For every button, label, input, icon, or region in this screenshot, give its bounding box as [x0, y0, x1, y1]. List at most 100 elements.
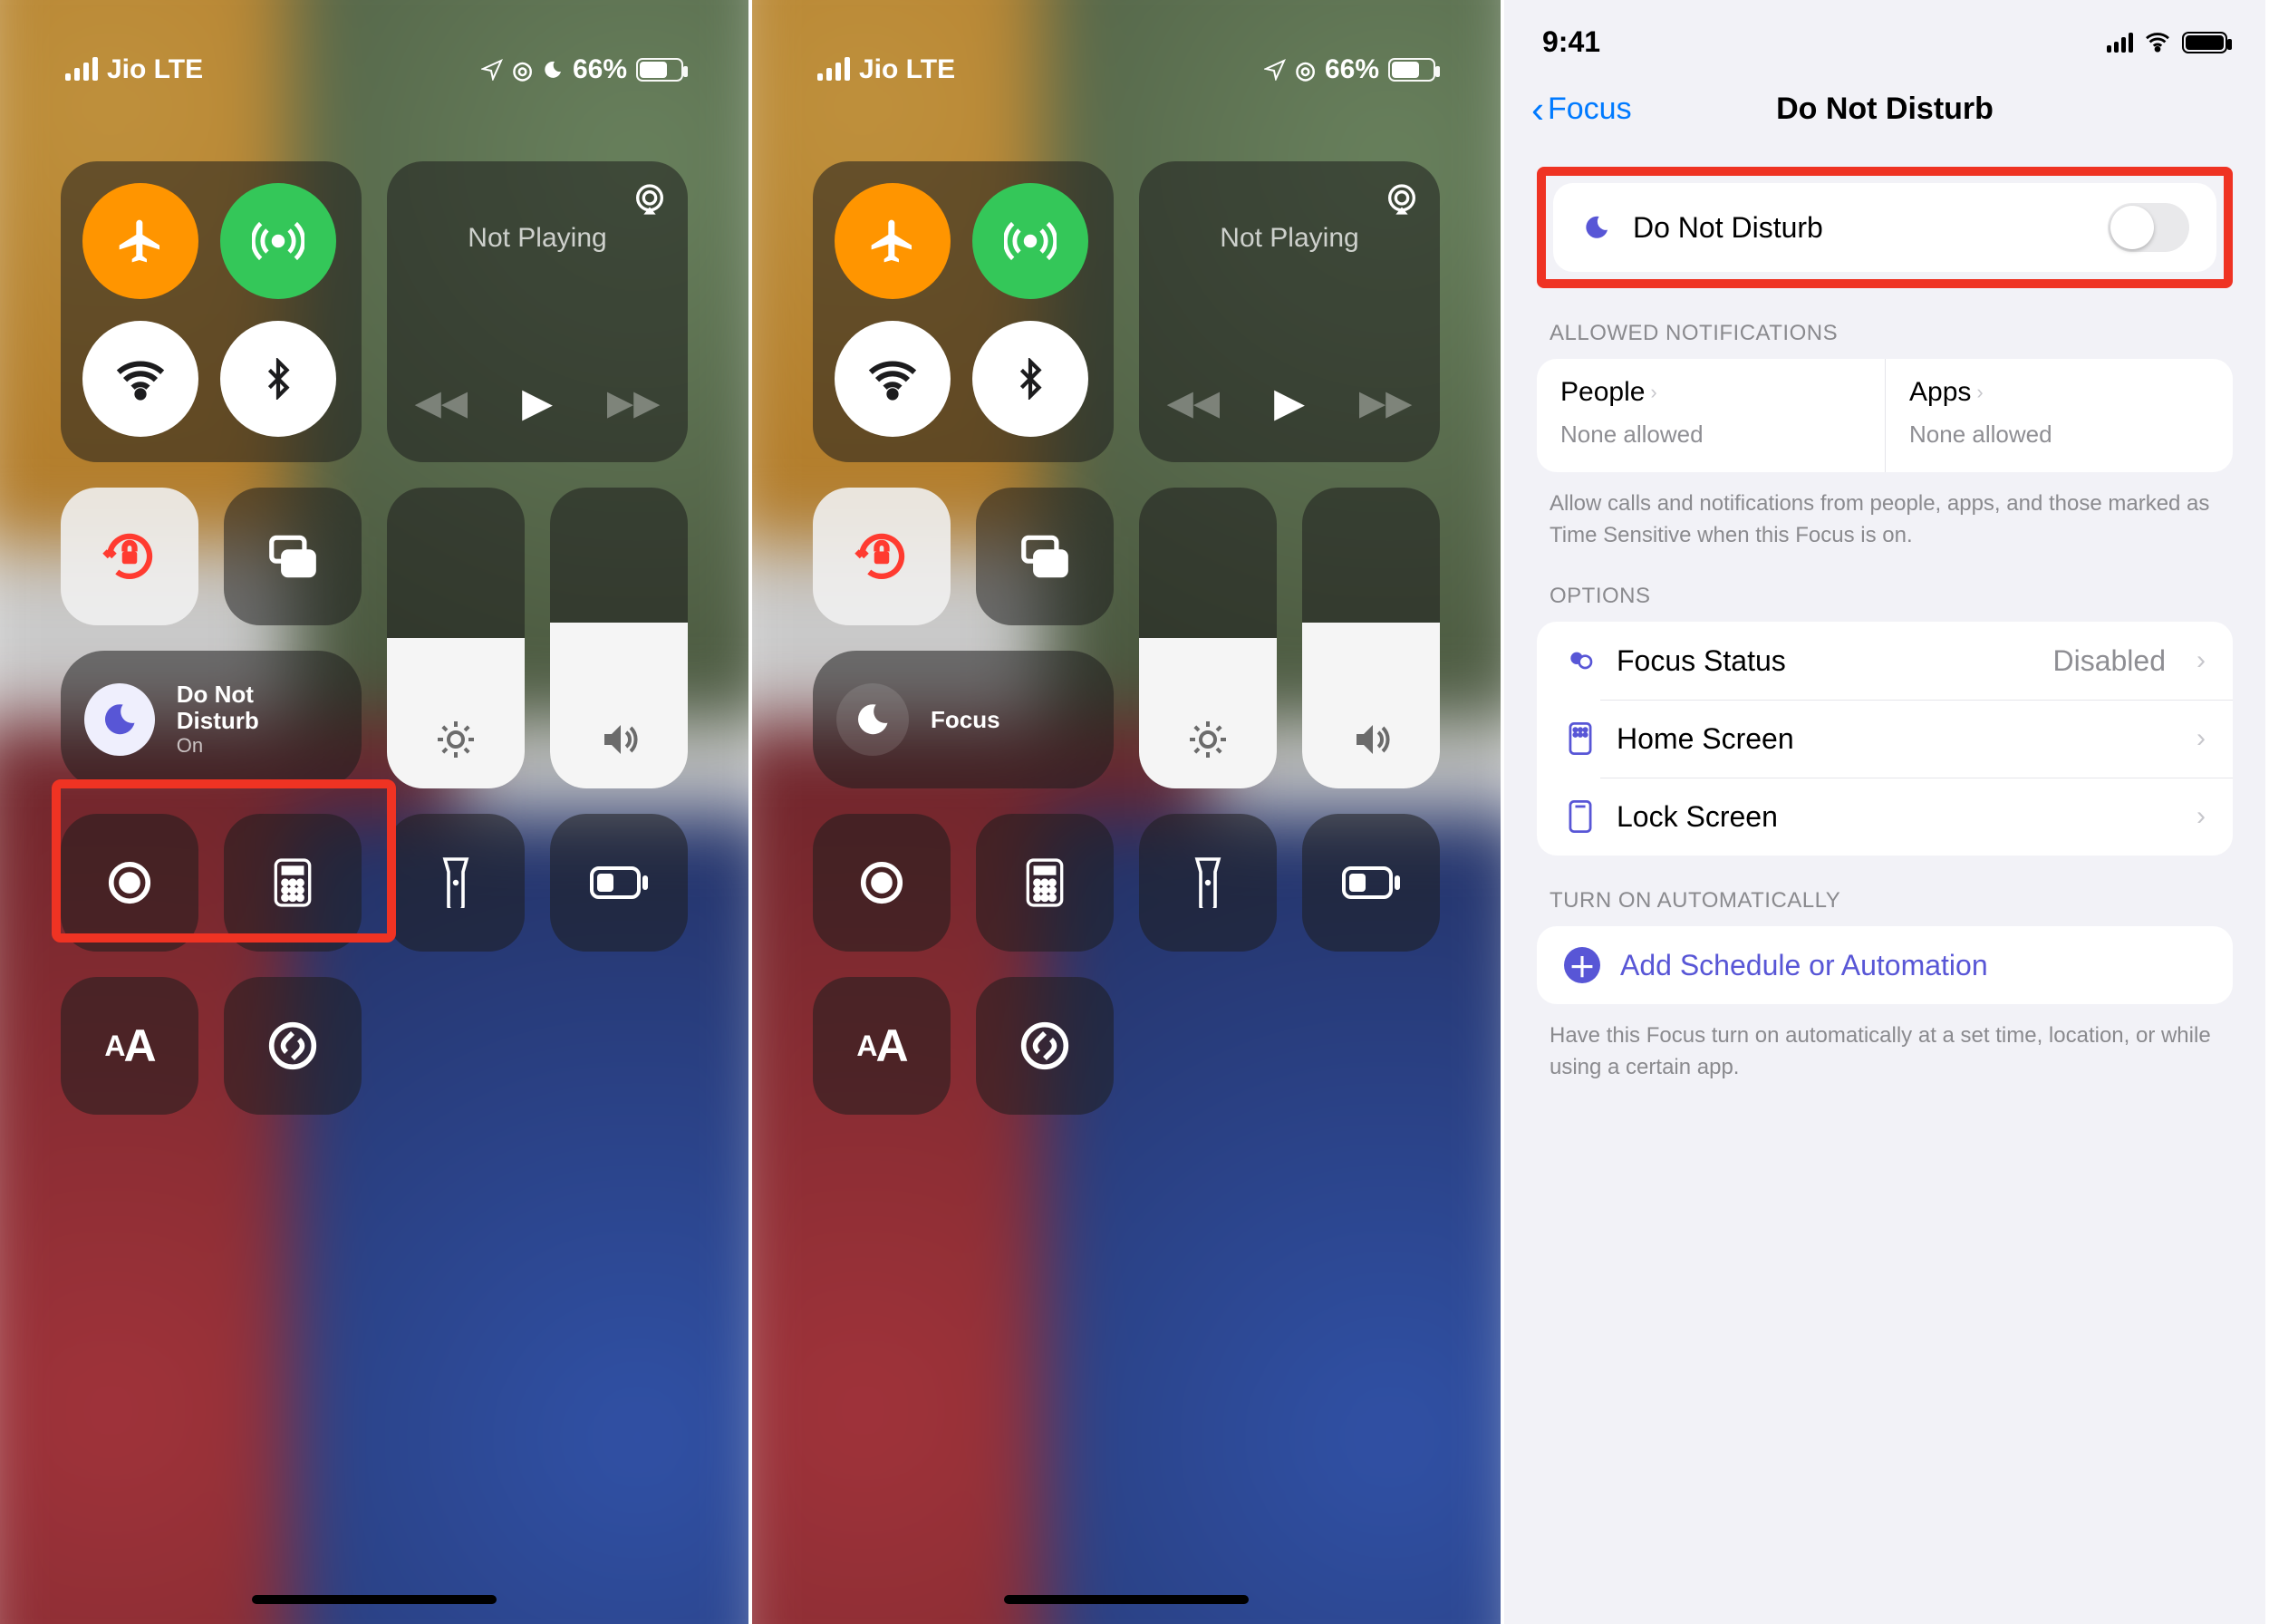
- allowed-apps[interactable]: Apps› None allowed: [1885, 359, 2233, 472]
- media-prev-button[interactable]: ◀◀: [415, 382, 468, 423]
- auto-footer: Have this Focus turn on automatically at…: [1537, 1004, 2233, 1083]
- flashlight-button[interactable]: [387, 814, 525, 952]
- status-bar: Jio LTE ◎ 66%: [65, 54, 683, 85]
- nav-bar: ‹ Focus Do Not Disturb: [1504, 70, 2265, 154]
- media-play-button[interactable]: ▶: [1274, 380, 1305, 426]
- media-platter[interactable]: Not Playing ◀◀ ▶ ▶▶: [1139, 161, 1440, 462]
- compass-icon: ◎: [1295, 56, 1316, 84]
- airplane-mode-button[interactable]: [835, 183, 951, 299]
- back-label: Focus: [1548, 92, 1632, 127]
- signal-icon: [2107, 33, 2133, 53]
- volume-icon: [1349, 718, 1393, 761]
- calculator-button[interactable]: [976, 814, 1114, 952]
- focus-toggle-dnd-on[interactable]: Do Not Disturb On: [61, 651, 362, 788]
- media-prev-button[interactable]: ◀◀: [1167, 382, 1220, 423]
- brightness-icon: [434, 718, 478, 761]
- control-center-dnd-on: Jio LTE ◎ 66%: [0, 0, 748, 1624]
- connectivity-platter: [61, 161, 362, 462]
- wifi-icon: [2144, 32, 2171, 53]
- media-next-button[interactable]: ▶▶: [1359, 382, 1412, 423]
- home-indicator[interactable]: [252, 1595, 497, 1604]
- add-automation-row[interactable]: ＋ Add Schedule or Automation: [1537, 926, 2233, 1004]
- flashlight-button[interactable]: [1139, 814, 1277, 952]
- wifi-button[interactable]: [835, 321, 951, 437]
- screen-mirroring-button[interactable]: [976, 488, 1114, 625]
- focus-title: Focus: [931, 707, 1000, 733]
- chevron-right-icon: ›: [1976, 381, 1983, 404]
- media-state-label: Not Playing: [1220, 223, 1358, 254]
- status-time: 9:41: [1542, 25, 1600, 59]
- focus-status-row[interactable]: Focus Status Disabled ›: [1537, 622, 2233, 700]
- back-button[interactable]: ‹ Focus: [1531, 91, 1632, 129]
- brightness-slider[interactable]: [1139, 488, 1277, 788]
- orientation-lock-button[interactable]: [813, 488, 951, 625]
- control-center-focus-off: Jio LTE ◎ 66%: [752, 0, 1501, 1624]
- moon-icon: [836, 683, 909, 756]
- low-power-button[interactable]: [550, 814, 688, 952]
- focus-toggle-off[interactable]: Focus: [813, 651, 1114, 788]
- cellular-data-button[interactable]: [972, 183, 1088, 299]
- media-platter[interactable]: Not Playing ◀◀ ▶ ▶▶: [387, 161, 688, 462]
- volume-slider[interactable]: [1302, 488, 1440, 788]
- dnd-toggle-row[interactable]: Do Not Disturb: [1553, 183, 2216, 272]
- bluetooth-button[interactable]: [972, 321, 1088, 437]
- low-power-button[interactable]: [1302, 814, 1440, 952]
- airplay-icon[interactable]: [1384, 181, 1420, 218]
- section-header-options: OPTIONS: [1537, 551, 2233, 622]
- status-bar: Jio LTE ◎ 66%: [817, 54, 1435, 85]
- battery-icon: [636, 58, 683, 82]
- carrier-label: Jio LTE: [107, 54, 203, 85]
- plus-icon: ＋: [1564, 947, 1600, 983]
- signal-icon: [65, 59, 98, 81]
- lock-screen-icon: [1564, 800, 1597, 833]
- shazam-button[interactable]: [976, 977, 1114, 1115]
- text-size-button[interactable]: AA: [813, 977, 951, 1115]
- screen-record-button[interactable]: [813, 814, 951, 952]
- page-title: Do Not Disturb: [1776, 92, 1994, 127]
- chevron-left-icon: ‹: [1531, 91, 1544, 129]
- airplane-mode-button[interactable]: [82, 183, 198, 299]
- compass-icon: ◎: [512, 56, 533, 84]
- location-icon: [1264, 59, 1286, 81]
- volume-icon: [597, 718, 641, 761]
- home-screen-row[interactable]: Home Screen ›: [1537, 700, 2233, 778]
- media-state-label: Not Playing: [468, 223, 606, 254]
- allowed-people[interactable]: People› None allowed: [1537, 359, 1885, 472]
- focus-title: Do Not Disturb: [177, 682, 338, 733]
- brightness-slider[interactable]: [387, 488, 525, 788]
- location-icon: [481, 59, 503, 81]
- shazam-button[interactable]: [224, 977, 362, 1115]
- battery-percent: 66%: [1325, 54, 1379, 85]
- highlight-dnd-on: [52, 779, 396, 942]
- screen-mirroring-button[interactable]: [224, 488, 362, 625]
- text-size-button[interactable]: AA: [61, 977, 198, 1115]
- allowed-notifications: People› None allowed Apps› None allowed: [1537, 359, 2233, 472]
- volume-slider[interactable]: [550, 488, 688, 788]
- media-play-button[interactable]: ▶: [522, 380, 553, 426]
- highlight-dnd-toggle: Do Not Disturb: [1537, 167, 2233, 288]
- bluetooth-button[interactable]: [220, 321, 336, 437]
- battery-icon: [1388, 58, 1435, 82]
- signal-icon: [817, 59, 850, 81]
- battery-icon: [2182, 32, 2227, 53]
- dnd-toggle[interactable]: [2108, 203, 2189, 252]
- focus-status-value: Disabled: [2052, 644, 2166, 678]
- chevron-right-icon: ›: [2197, 801, 2206, 832]
- section-header-auto: TURN ON AUTOMATICALLY: [1537, 856, 2233, 926]
- chevron-right-icon: ›: [2197, 645, 2206, 676]
- moon-icon: [84, 683, 155, 756]
- dnd-label: Do Not Disturb: [1633, 211, 1823, 245]
- allowed-people-sub: None allowed: [1560, 420, 1861, 449]
- home-indicator[interactable]: [1004, 1595, 1249, 1604]
- moon-icon: [542, 59, 564, 81]
- lock-screen-row[interactable]: Lock Screen ›: [1537, 778, 2233, 856]
- media-next-button[interactable]: ▶▶: [607, 382, 660, 423]
- chevron-right-icon: ›: [1650, 381, 1656, 404]
- orientation-lock-button[interactable]: [61, 488, 198, 625]
- wifi-button[interactable]: [82, 321, 198, 437]
- airplay-icon[interactable]: [632, 181, 668, 218]
- carrier-label: Jio LTE: [859, 54, 955, 85]
- cellular-data-button[interactable]: [220, 183, 336, 299]
- allowed-apps-sub: None allowed: [1909, 420, 2209, 449]
- allowed-footer: Allow calls and notifications from peopl…: [1537, 472, 2233, 551]
